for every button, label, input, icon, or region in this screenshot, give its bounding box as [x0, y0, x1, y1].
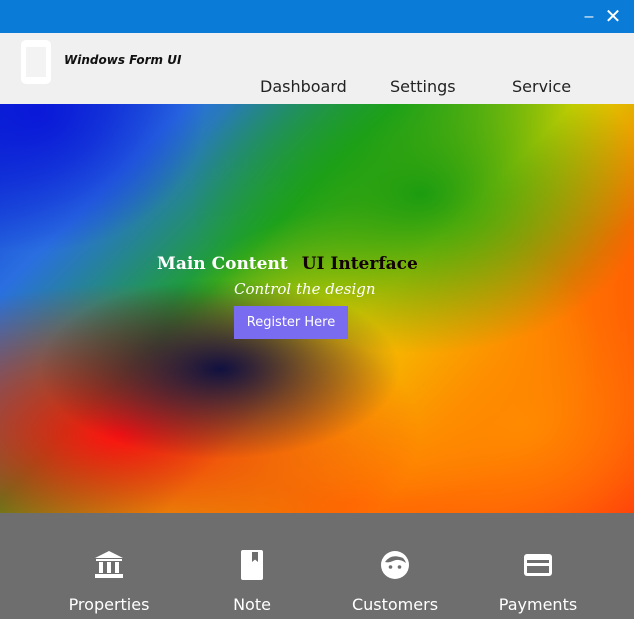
hero-title-main: Main Content: [157, 254, 288, 274]
footer-item-properties[interactable]: Properties: [34, 513, 184, 619]
nav-dashboard[interactable]: Dashboard: [260, 77, 347, 96]
title-bar: – ✕: [0, 0, 634, 33]
footer-label-properties: Properties: [68, 595, 150, 614]
footer-item-note[interactable]: Note: [177, 513, 327, 619]
bank-icon: [95, 551, 123, 578]
face-icon: [381, 551, 409, 579]
phone-icon: [21, 40, 51, 84]
hero-subtitle: Control the design: [234, 280, 376, 298]
app-brand: Windows Form UI: [64, 53, 182, 67]
hero-banner: Main Content UI Interface Control the des…: [0, 104, 634, 513]
register-button[interactable]: Register Here: [234, 306, 348, 339]
minimize-button[interactable]: –: [578, 6, 600, 28]
nav-service[interactable]: Service: [512, 77, 571, 96]
footer-label-note: Note: [233, 595, 271, 614]
close-button[interactable]: ✕: [602, 6, 624, 28]
header: Windows Form UI Dashboard Settings Servi…: [0, 33, 634, 104]
credit-card-icon: [524, 554, 552, 576]
book-icon: [241, 550, 263, 580]
hero-title: Main Content UI Interface: [157, 254, 457, 274]
footer-nav: Properties Note Customers Payments: [0, 513, 634, 619]
footer-label-customers: Customers: [351, 595, 439, 614]
nav-settings[interactable]: Settings: [390, 77, 456, 96]
footer-label-payments: Payments: [498, 595, 578, 614]
footer-item-payments[interactable]: Payments: [463, 513, 613, 619]
footer-item-customers[interactable]: Customers: [320, 513, 470, 619]
hero-title-ui: UI Interface: [301, 254, 418, 274]
